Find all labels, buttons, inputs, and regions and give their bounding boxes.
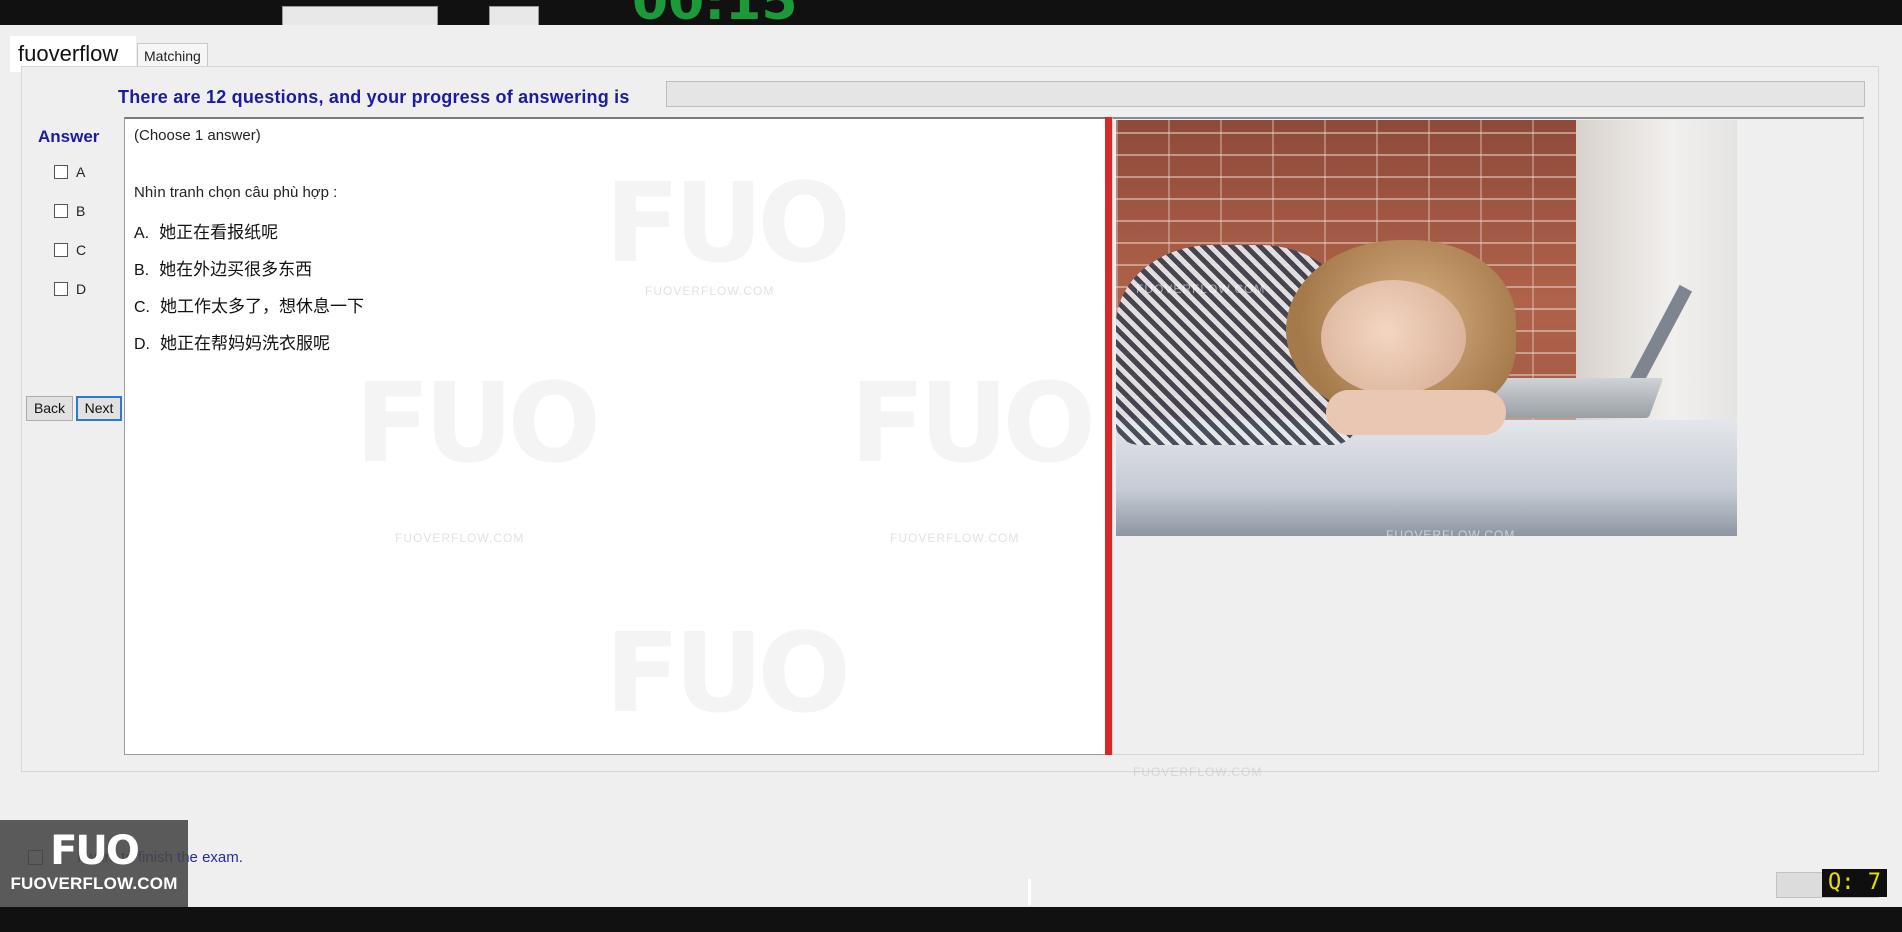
- bottom-bar: [0, 879, 1902, 932]
- fuoverflow-logo: FUO FUOVERFLOW.COM: [0, 820, 188, 908]
- answer-option-b[interactable]: B: [54, 203, 85, 219]
- logo-text: FUOVERFLOW.COM: [10, 874, 178, 893]
- question-instruction: (Choose 1 answer): [134, 127, 261, 144]
- question-option-d: D. 她正在帮妈妈洗衣服呢: [134, 334, 330, 354]
- watermark-logo: FUO: [605, 609, 851, 737]
- watermark-text: FUOVERFLOW.COM: [1386, 528, 1516, 536]
- question-option-a: A. 她正在看报纸呢: [134, 223, 279, 243]
- checkbox-d[interactable]: [54, 282, 68, 296]
- checkbox-b[interactable]: [54, 204, 68, 218]
- watermark-text: FUOVERFLOW.COM: [395, 531, 525, 545]
- question-prompt: Nhìn tranh chọn câu phù hợp :: [134, 184, 338, 201]
- answer-option-a[interactable]: A: [54, 164, 85, 180]
- watermark-text: FUOVERFLOW.COM: [1136, 282, 1266, 296]
- answer-title: Answer: [38, 127, 100, 146]
- exam-code-field[interactable]: [282, 6, 438, 25]
- checkbox-c[interactable]: [54, 243, 68, 257]
- next-button[interactable]: Next: [76, 396, 122, 421]
- progress-bar: [666, 81, 1865, 107]
- question-option-c: C. 她工作太多了，想休息一下: [134, 297, 364, 317]
- watermark-text: FUOVERFLOW.COM: [890, 531, 1020, 545]
- timer-display: 00:15: [632, 0, 798, 25]
- watermark-text: FUOVERFLOW.COM: [645, 284, 775, 298]
- logo-mark: FUO: [50, 828, 140, 874]
- question-counter: Q: 7: [1822, 869, 1887, 897]
- answer-option-c[interactable]: C: [54, 242, 86, 258]
- question-option-b: B. 她在外边买很多东西: [134, 260, 313, 280]
- progress-label: There are 12 questions, and your progres…: [118, 87, 630, 107]
- answer-option-label: A: [76, 164, 86, 180]
- back-button[interactable]: Back: [26, 396, 73, 421]
- question-image: FUOVERFLOW.COM FUOVERFLOW.COM: [1116, 120, 1737, 536]
- answer-option-d[interactable]: D: [54, 281, 86, 297]
- answer-option-label: C: [76, 242, 87, 258]
- panel-splitter[interactable]: [1105, 117, 1112, 755]
- font-size-field[interactable]: [489, 6, 539, 25]
- watermark-logo: FUO: [605, 159, 851, 287]
- watermark-logo: FUO: [850, 359, 1096, 487]
- tab-matching[interactable]: Matching: [137, 43, 208, 68]
- watermark-logo: FUO: [355, 359, 601, 487]
- question-panel: FUO FUOVERFLOW.COM FUO FUOVERFLOW.COM FU…: [124, 117, 1108, 755]
- top-bar: 00:15: [0, 0, 1902, 25]
- checkbox-a[interactable]: [54, 165, 68, 179]
- answer-option-label: B: [76, 203, 86, 219]
- answer-option-label: D: [76, 281, 87, 297]
- watermark-text: FUOVERFLOW.COM: [1133, 765, 1263, 779]
